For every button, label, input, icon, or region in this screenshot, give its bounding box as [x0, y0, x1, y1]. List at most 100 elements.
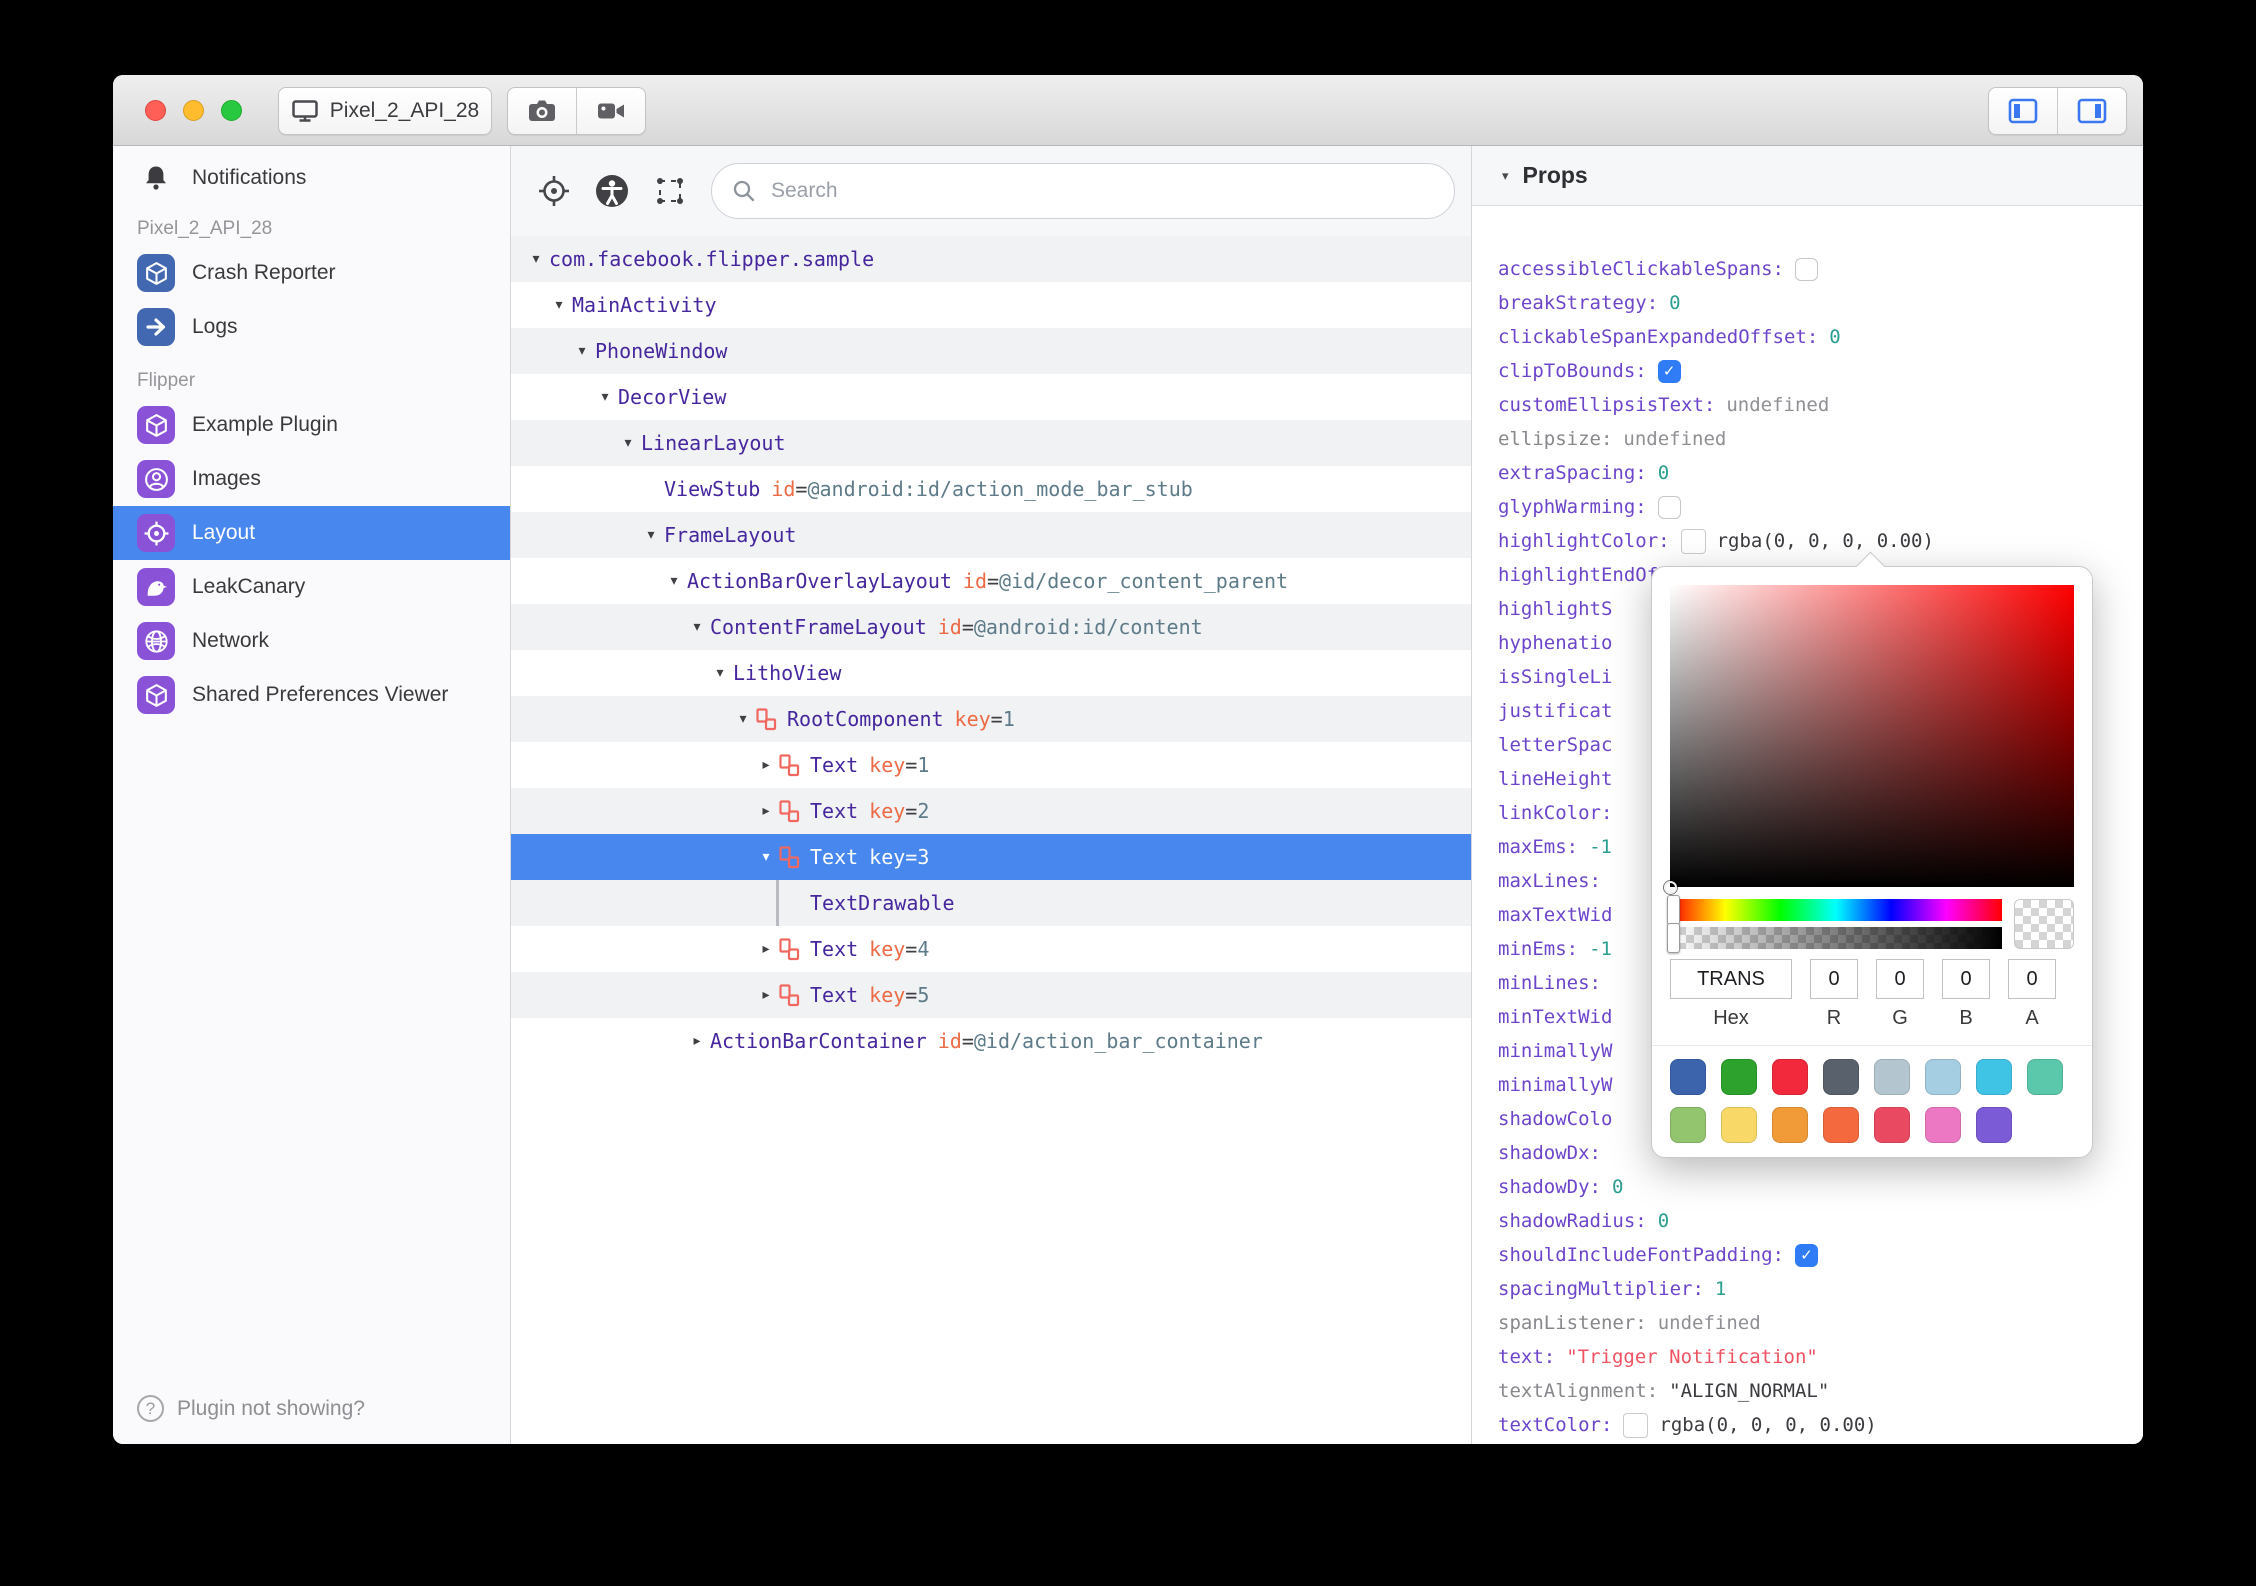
chevron-down-icon[interactable]: ▾ — [707, 665, 733, 681]
tree-row[interactable]: ▾ FrameLayout — [511, 512, 1471, 558]
checkbox-checked[interactable]: ✓ — [1794, 1243, 1818, 1267]
preset-color-swatch[interactable] — [1670, 1059, 1706, 1095]
chevron-right-icon[interactable]: ▸ — [684, 1033, 710, 1049]
marquee-select-icon[interactable] — [653, 174, 687, 208]
sidebar-item-example-plugin[interactable]: Example Plugin — [113, 398, 510, 452]
video-record-button[interactable] — [576, 88, 645, 134]
chevron-right-icon[interactable]: ▸ — [753, 987, 779, 1003]
preset-color-swatch[interactable] — [1721, 1059, 1757, 1095]
sidebar-item-layout[interactable]: Layout — [113, 506, 510, 560]
litho-component-icon — [779, 845, 800, 869]
preset-color-swatch[interactable] — [1976, 1107, 2012, 1143]
red-input[interactable] — [1810, 959, 1858, 999]
chevron-down-icon[interactable]: ▾ — [615, 435, 641, 451]
sidebar-item-images[interactable]: Images — [113, 452, 510, 506]
search-input[interactable] — [769, 178, 1434, 204]
prop-row: glyphWarming: — [1498, 490, 2143, 524]
tree-row[interactable]: ViewStub id = @android:id/action_mode_bar_s… — [511, 466, 1471, 512]
tree-row[interactable]: ▸ Text key = 2 — [511, 788, 1471, 834]
preset-color-swatch[interactable] — [1721, 1107, 1757, 1143]
minimize-button[interactable] — [183, 100, 204, 121]
preset-color-swatch[interactable] — [1874, 1107, 1910, 1143]
saturation-cursor[interactable] — [1664, 881, 1677, 894]
sidebar-item-leakcanary[interactable]: LeakCanary — [113, 560, 510, 614]
checkbox-unchecked[interactable] — [1657, 495, 1681, 519]
preset-color-swatch[interactable] — [1874, 1059, 1910, 1095]
tree-row[interactable]: ▾ DecorView — [511, 374, 1471, 420]
tree-row[interactable]: ▾ LithoView — [511, 650, 1471, 696]
preset-color-swatch[interactable] — [1772, 1107, 1808, 1143]
hue-slider-handle[interactable] — [1667, 895, 1680, 925]
accessibility-icon[interactable] — [595, 174, 629, 208]
tree-row[interactable]: ▾ MainActivity — [511, 282, 1471, 328]
prop-value: undefined — [1623, 428, 1727, 450]
tree-row[interactable]: ▸ Text key = 5 — [511, 972, 1471, 1018]
chevron-right-icon[interactable]: ▸ — [753, 941, 779, 957]
tree-row[interactable]: ▸ ActionBarContainer id = @id/action_bar_con… — [511, 1018, 1471, 1064]
chevron-down-icon[interactable]: ▾ — [730, 711, 756, 727]
alpha-input[interactable] — [2008, 959, 2056, 999]
chevron-down-icon[interactable]: ▾ — [684, 619, 710, 635]
sidebar-item-crash-reporter[interactable]: Crash Reporter — [113, 246, 510, 300]
chevron-down-icon[interactable]: ▾ — [523, 251, 549, 267]
alpha-slider-handle[interactable] — [1667, 923, 1680, 953]
tree-node-name: ActionBarOverlayLayout — [687, 569, 952, 593]
sidebar-item-notifications[interactable]: Notifications — [113, 154, 510, 202]
preset-color-swatch[interactable] — [1823, 1059, 1859, 1095]
close-button[interactable] — [145, 100, 166, 121]
toggle-left-panel-button[interactable] — [1989, 88, 2057, 134]
chevron-down-icon[interactable]: ▾ — [546, 297, 572, 313]
alpha-slider[interactable] — [1667, 923, 2002, 953]
plugin-help-link[interactable]: ? Plugin not showing? — [137, 1395, 365, 1422]
hex-label: Hex — [1713, 1007, 1749, 1029]
color-swatch[interactable] — [1623, 1412, 1649, 1438]
tree-row[interactable]: ▾ PhoneWindow — [511, 328, 1471, 374]
preset-color-swatch[interactable] — [1976, 1059, 2012, 1095]
color-swatch[interactable] — [1680, 528, 1706, 554]
chevron-right-icon[interactable]: ▸ — [753, 803, 779, 819]
sidebar-item-logs[interactable]: Logs — [113, 300, 510, 354]
preset-color-swatch[interactable] — [1925, 1059, 1961, 1095]
sidebar-item-network[interactable]: Network — [113, 614, 510, 668]
tree-attr-name: key — [869, 937, 906, 961]
zoom-button[interactable] — [221, 100, 242, 121]
tree-row[interactable]: TextDrawable — [511, 880, 1471, 926]
tree-row[interactable]: ▸ Text key = 1 — [511, 742, 1471, 788]
checkbox-checked[interactable]: ✓ — [1657, 359, 1681, 383]
chevron-down-icon[interactable]: ▾ — [592, 389, 618, 405]
blue-input[interactable] — [1942, 959, 1990, 999]
prop-value: -1 — [1589, 836, 1612, 858]
saturation-area[interactable] — [1664, 585, 2074, 894]
tree-row[interactable]: ▾ LinearLayout — [511, 420, 1471, 466]
toggle-right-panel-button[interactable] — [2057, 88, 2126, 134]
target-mode-icon[interactable] — [537, 174, 571, 208]
chevron-down-icon[interactable]: ▾ — [753, 849, 779, 865]
chevron-right-icon[interactable]: ▸ — [753, 757, 779, 773]
green-input[interactable] — [1876, 959, 1924, 999]
props-header[interactable]: ▾ Props — [1472, 146, 2143, 206]
screenshot-button[interactable] — [508, 88, 576, 134]
tree-row[interactable]: ▾ RootComponent key = 1 — [511, 696, 1471, 742]
chevron-down-icon[interactable]: ▾ — [638, 527, 664, 543]
preset-color-swatch[interactable] — [2027, 1059, 2063, 1095]
preset-color-swatch[interactable] — [1670, 1107, 1706, 1143]
prop-row: clickableSpanExpandedOffset: 0 — [1498, 320, 2143, 354]
tree-row[interactable]: ▸ Text key = 4 — [511, 926, 1471, 972]
hue-slider[interactable] — [1667, 895, 2002, 925]
tree-row[interactable]: ▾ ContentFrameLayout id = @android:id/conten… — [511, 604, 1471, 650]
sidebar-item-shared-preferences-viewer[interactable]: Shared Preferences Viewer — [113, 668, 510, 722]
hex-input[interactable] — [1670, 959, 1792, 999]
tree-attr-equals: = — [905, 753, 918, 777]
tree-row[interactable]: ▾ com.facebook.flipper.sample — [511, 236, 1471, 282]
tree-node-name: com.facebook.flipper.sample — [549, 247, 875, 271]
device-selector-button[interactable]: Pixel_2_API_28 — [278, 87, 492, 135]
chevron-down-icon[interactable]: ▾ — [661, 573, 687, 589]
preset-color-swatch[interactable] — [1772, 1059, 1808, 1095]
tree-row[interactable]: ▾ ActionBarOverlayLayout id = @id/decor_cont… — [511, 558, 1471, 604]
preset-color-swatch[interactable] — [1823, 1107, 1859, 1143]
monitor-icon — [291, 99, 319, 123]
tree-row[interactable]: ▾ Text key = 3 — [511, 834, 1471, 880]
checkbox-unchecked[interactable] — [1794, 257, 1818, 281]
chevron-down-icon[interactable]: ▾ — [569, 343, 595, 359]
preset-color-swatch[interactable] — [1925, 1107, 1961, 1143]
